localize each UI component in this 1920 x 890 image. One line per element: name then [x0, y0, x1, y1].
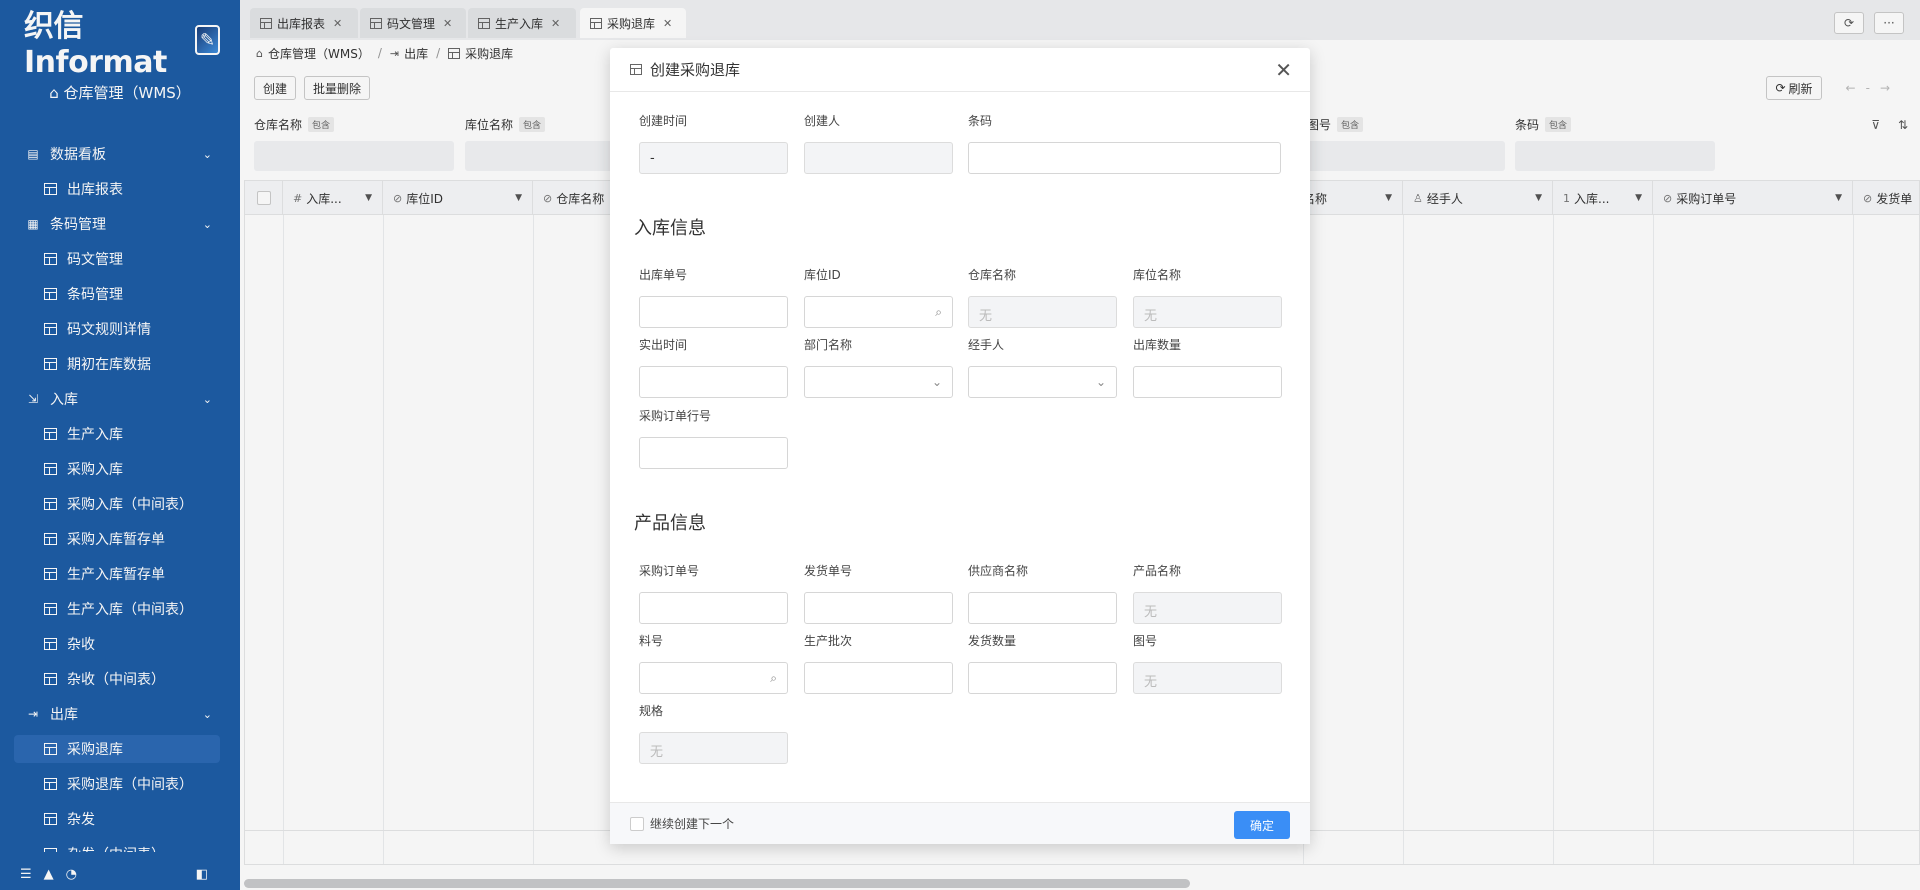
create-dialog: 创建采购退库 ✕ 创建时间 - 创建人 条码 入库信息 出库单号 库位ID ⌕ …: [610, 48, 1310, 844]
out-no-input[interactable]: [639, 296, 788, 328]
field-creator: 创建人: [804, 112, 953, 174]
field-location-name: 库位名称 无: [1133, 266, 1282, 328]
confirm-button[interactable]: 确定: [1234, 811, 1290, 839]
field-actual-time: 实出时间: [639, 336, 788, 398]
close-icon[interactable]: ✕: [1275, 58, 1292, 82]
barcode-input[interactable]: [968, 142, 1281, 174]
field-supplier: 供应商名称: [968, 562, 1117, 624]
dept-name-select[interactable]: ⌄: [804, 366, 953, 398]
table-icon: [630, 64, 642, 75]
drawing-no-input: 无: [1133, 662, 1282, 694]
item-no-input[interactable]: ⌕: [639, 662, 788, 694]
spec-input: 无: [639, 732, 788, 764]
out-qty-input[interactable]: [1133, 366, 1282, 398]
field-item-no: 料号 ⌕: [639, 632, 788, 694]
field-po-no: 采购订单号: [639, 562, 788, 624]
actual-time-input[interactable]: [639, 366, 788, 398]
chevron-down-icon: ⌄: [1095, 375, 1106, 389]
supplier-input[interactable]: [968, 592, 1117, 624]
batch-input[interactable]: [804, 662, 953, 694]
po-no-input[interactable]: [639, 592, 788, 624]
po-line-input[interactable]: [639, 437, 788, 469]
ship-no-input[interactable]: [804, 592, 953, 624]
product-name-input: 无: [1133, 592, 1282, 624]
field-spec: 规格 无: [639, 702, 788, 764]
field-ship-qty: 发货数量: [968, 632, 1117, 694]
field-warehouse-name: 仓库名称 无: [968, 266, 1117, 328]
field-created-time: 创建时间 -: [639, 112, 788, 174]
field-po-line: 采购订单行号: [639, 407, 788, 469]
field-ship-no: 发货单号: [804, 562, 953, 624]
continue-create-label: 继续创建下一个: [650, 817, 735, 831]
field-location-id: 库位ID ⌕: [804, 266, 953, 328]
dialog-body: 创建时间 - 创建人 条码 入库信息 出库单号 库位ID ⌕ 仓库名称 无 库位…: [610, 92, 1310, 802]
field-drawing-no: 图号 无: [1133, 632, 1282, 694]
field-out-no: 出库单号: [639, 266, 788, 328]
handler-select[interactable]: ⌄: [968, 366, 1117, 398]
location-name-input: 无: [1133, 296, 1282, 328]
field-out-qty: 出库数量: [1133, 336, 1282, 398]
dialog-header: 创建采购退库: [610, 48, 1310, 92]
continue-create-checkbox[interactable]: [630, 816, 644, 831]
section-inbound-title: 入库信息: [634, 218, 706, 239]
field-barcode: 条码: [968, 112, 1281, 174]
field-product-name: 产品名称 无: [1133, 562, 1282, 624]
section-product-title: 产品信息: [634, 513, 706, 534]
creator-input: [804, 142, 953, 174]
chevron-down-icon: ⌄: [931, 375, 942, 389]
created-time-input: -: [639, 142, 788, 174]
dialog-title: 创建采购退库: [650, 61, 741, 79]
warehouse-name-input: 无: [968, 296, 1117, 328]
dialog-footer: 继续创建下一个 确定: [610, 802, 1310, 844]
search-icon[interactable]: ⌕: [935, 305, 942, 320]
ship-qty-input[interactable]: [968, 662, 1117, 694]
location-id-input[interactable]: ⌕: [804, 296, 953, 328]
search-icon[interactable]: ⌕: [770, 671, 777, 686]
field-handler: 经手人 ⌄: [968, 336, 1117, 398]
field-dept-name: 部门名称 ⌄: [804, 336, 953, 398]
field-batch: 生产批次: [804, 632, 953, 694]
